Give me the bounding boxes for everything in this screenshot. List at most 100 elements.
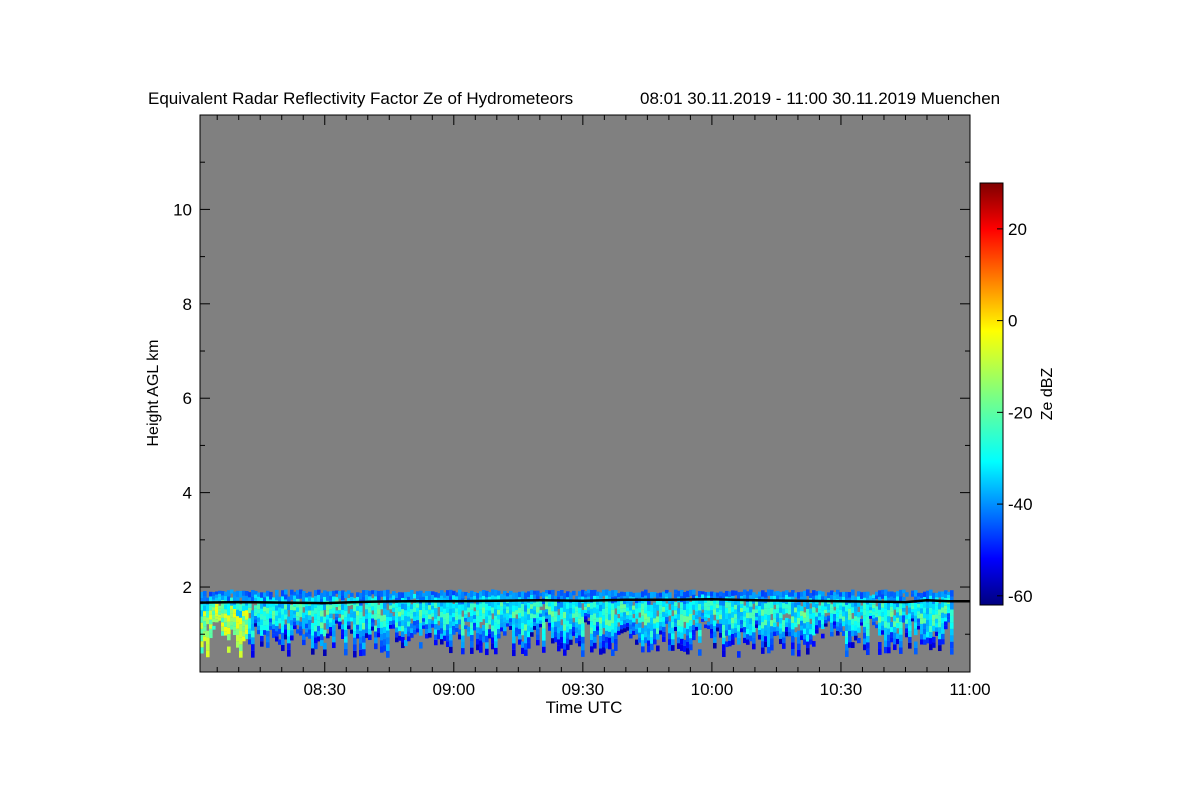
echo-cell (374, 637, 378, 644)
colorbar-label: Ze dBZ (1039, 368, 1056, 421)
echo-cell (665, 603, 669, 607)
echo-cell (347, 625, 351, 630)
echo-cell (332, 642, 336, 649)
echo-cell (527, 642, 531, 649)
echo-cell (470, 647, 474, 654)
echo-cell (806, 602, 810, 609)
echo-cell (353, 644, 357, 651)
echo-cell (944, 625, 948, 630)
echo-cell (542, 634, 546, 641)
echo-cell (419, 642, 423, 649)
echo-cell (698, 623, 702, 630)
echo-cell (653, 639, 657, 645)
echo-cell (344, 649, 348, 656)
echo-cell (902, 611, 906, 616)
echo-cell (428, 628, 432, 633)
echo-cell (260, 641, 264, 647)
echo-cell (950, 622, 954, 629)
echo-cell (461, 635, 465, 642)
echo-cell (737, 631, 741, 639)
plot-area (199, 114, 971, 673)
echo-cell (752, 632, 756, 638)
echo-cell (569, 639, 573, 645)
echo-cell (200, 641, 204, 648)
echo-cell (494, 647, 498, 655)
echo-cell (899, 647, 903, 654)
echo-cell (815, 629, 819, 634)
echo-cell (566, 644, 570, 651)
echo-cell (950, 628, 954, 636)
echo-cell (821, 633, 825, 639)
echo-cell (770, 644, 774, 651)
echo-cell (485, 642, 489, 649)
echo-cell (434, 639, 438, 646)
y-tick-label: 2 (183, 578, 192, 597)
echo-cell (893, 644, 897, 651)
colorbar-tick-label: -60 (1008, 587, 1033, 606)
echo-cell (266, 630, 270, 637)
echo-cell (293, 625, 297, 630)
echo-cell (239, 651, 243, 658)
echo-cell (251, 630, 255, 638)
echo-cell (461, 648, 465, 655)
echo-cell (830, 631, 834, 637)
echo-cell (908, 642, 912, 649)
echo-cell (665, 617, 669, 621)
echo-cell (878, 641, 882, 649)
echo-cell (581, 636, 585, 644)
colorbar-tick-label: 20 (1008, 220, 1027, 239)
echo-cell (572, 590, 576, 596)
echo-cell (887, 616, 891, 623)
echo-cell (266, 642, 270, 648)
echo-cell (512, 637, 516, 644)
echo-cell (851, 642, 855, 648)
echo-cell (866, 648, 870, 656)
echo-cell (362, 649, 366, 656)
echo-cell (581, 643, 585, 651)
echo-cell (449, 634, 453, 641)
echo-cell (941, 628, 945, 634)
echo-cell (638, 622, 642, 628)
echo-cell (266, 636, 270, 643)
echo-cell (941, 639, 945, 645)
x-tick-label: 09:00 (433, 680, 476, 699)
echo-cell (914, 641, 918, 648)
echo-cell (845, 650, 849, 657)
echo-cell (770, 638, 774, 645)
echo-cell (899, 634, 903, 642)
echo-cell (260, 635, 264, 642)
echo-cell (284, 609, 288, 615)
echo-cell (275, 589, 279, 596)
echo-cell (461, 641, 465, 649)
chart-title: Equivalent Radar Reflectivity Factor Ze … (148, 89, 573, 108)
echo-cell (542, 640, 546, 647)
echo-cell (530, 632, 534, 637)
echo-cell (527, 637, 531, 643)
echo-cell (281, 644, 285, 652)
x-axis-label: Time UTC (546, 698, 623, 717)
echo-cell (710, 614, 714, 620)
echo-cell (632, 618, 636, 623)
echo-cell (905, 592, 909, 597)
echo-cell (209, 633, 213, 639)
echo-cell (269, 591, 273, 596)
echo-cell (344, 629, 348, 637)
echo-cell (203, 626, 207, 632)
echo-cell (320, 622, 324, 629)
colorbar: 20 0 -20 -40 -60 Ze dBZ (979, 182, 1056, 606)
echo-cell (629, 601, 633, 606)
y-axis-label: Height AGL km (145, 339, 162, 446)
echo-cell (332, 636, 336, 643)
echo-cell (353, 650, 357, 658)
echo-cell (485, 648, 489, 656)
echo-cell (914, 628, 918, 636)
x-tick-label: 09:30 (562, 680, 605, 699)
echo-cell (314, 643, 318, 650)
echo-cell (290, 635, 294, 641)
echo-cell (695, 619, 699, 623)
echo-cell (851, 589, 855, 596)
echo-cell (791, 648, 795, 656)
echo-cell (662, 631, 666, 637)
echo-cell (950, 615, 954, 623)
echo-cell (698, 649, 702, 656)
